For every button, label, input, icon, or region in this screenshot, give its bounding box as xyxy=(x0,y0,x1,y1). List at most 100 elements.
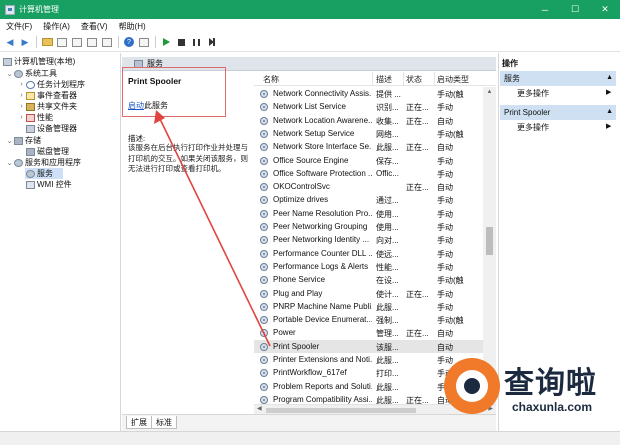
clock-icon xyxy=(26,80,35,89)
table-row[interactable]: Office Source Engine 保存... 手动 xyxy=(254,154,483,167)
tree-performance[interactable]: › 性能 xyxy=(18,112,53,123)
scroll-left-icon[interactable]: ◀ xyxy=(257,405,262,412)
table-row[interactable]: Plug and Play 使计... 正在... 手动 xyxy=(254,287,483,300)
expand-icon[interactable]: › xyxy=(18,81,25,88)
menu-help[interactable]: 帮助(H) xyxy=(119,21,146,32)
service-name: Office Source Engine xyxy=(273,155,349,165)
table-row[interactable]: Peer Networking Grouping 使用... 手动 xyxy=(254,220,483,233)
submenu-arrow-icon: ▶ xyxy=(606,123,612,130)
table-row[interactable]: Optimize drives 通过... 手动 xyxy=(254,193,483,206)
expand-icon[interactable]: › xyxy=(18,114,25,121)
tree-shared-folders[interactable]: › 共享文件夹 xyxy=(18,101,77,112)
show-hide-tree-button[interactable] xyxy=(56,36,68,48)
service-startup-type: 手动 xyxy=(437,223,453,232)
back-arrow-icon[interactable]: ◀ xyxy=(4,36,16,48)
tree-services-apps[interactable]: ⌄ 服务和应用程序 xyxy=(6,157,81,168)
export-list-button[interactable] xyxy=(101,36,113,48)
service-startup-type: 自动 xyxy=(437,116,453,126)
table-row[interactable]: Peer Name Resolution Pro... 使用... 手动 xyxy=(254,207,483,220)
actions-group-print-spooler[interactable]: Print Spooler ▲ xyxy=(500,105,616,120)
actions-group-services[interactable]: 服务 ▲ xyxy=(500,71,616,86)
horizontal-scroll-thumb[interactable] xyxy=(266,408,416,413)
expand-icon[interactable]: › xyxy=(18,92,25,99)
service-gear-icon xyxy=(260,395,268,404)
column-status[interactable]: 状态 xyxy=(406,74,422,85)
menu-view[interactable]: 查看(V) xyxy=(81,21,108,32)
service-startup-type: 手动 xyxy=(437,156,453,166)
table-row[interactable]: PNRP Machine Name Publi... 此服... 手动 xyxy=(254,300,483,313)
scroll-up-icon[interactable]: ▲ xyxy=(483,87,496,98)
tab-extended[interactable]: 扩展 xyxy=(126,416,152,429)
collapse-icon[interactable]: ⌄ xyxy=(6,159,13,167)
collapse-up-icon[interactable]: ▲ xyxy=(606,108,613,115)
start-service-button[interactable] xyxy=(160,36,172,48)
service-description: Offic... xyxy=(376,168,399,178)
table-row[interactable]: Print Spooler 该服... 自动 xyxy=(254,339,483,353)
table-row[interactable]: Network Store Interface Se... 此服... 正在... 自… xyxy=(254,140,483,153)
tree-wmi[interactable]: WMI 控件 xyxy=(25,179,72,190)
expand-icon[interactable]: › xyxy=(18,103,25,110)
show-action-pane-button[interactable] xyxy=(138,36,150,48)
tree-disk-management[interactable]: 磁盘管理 xyxy=(25,146,69,157)
maximize-button[interactable]: ☐ xyxy=(560,0,590,19)
collapse-icon[interactable]: ⌄ xyxy=(6,70,13,78)
table-row[interactable]: Peer Networking Identity ... 向对... 手动 xyxy=(254,233,483,246)
service-startup-type: 手动 xyxy=(437,262,453,272)
tree-root[interactable]: 计算机管理(本地) xyxy=(2,56,75,67)
column-startup[interactable]: 启动类型 xyxy=(437,74,469,85)
toolbar: ◀ ▶ ? xyxy=(0,33,620,52)
forward-arrow-icon[interactable]: ▶ xyxy=(19,36,31,48)
folder-icon xyxy=(41,38,53,46)
collapse-icon[interactable]: ⌄ xyxy=(6,137,13,145)
column-name[interactable]: 名称 xyxy=(263,74,279,85)
table-row[interactable]: Performance Counter DLL ... 使远... 手动 xyxy=(254,247,483,260)
service-startup-type: 自动 xyxy=(437,342,453,352)
tab-standard[interactable]: 标准 xyxy=(151,416,177,429)
table-row[interactable]: Portable Device Enumerat... 强制... 手动(触 xyxy=(254,313,483,326)
tree-system-tools[interactable]: ⌄ 系统工具 xyxy=(6,68,57,79)
more-actions-print-spooler[interactable]: 更多操作 xyxy=(517,122,549,133)
minimize-button[interactable]: ─ xyxy=(530,0,560,19)
table-row[interactable]: Network Setup Service 网络... 手动(触 xyxy=(254,127,483,140)
tree-task-scheduler[interactable]: › 任务计划程序 xyxy=(18,79,85,90)
properties-button[interactable] xyxy=(71,36,83,48)
refresh-button[interactable] xyxy=(86,36,98,48)
table-row[interactable]: Office Software Protection ... Offic... 手动 xyxy=(254,167,483,180)
table-row[interactable]: Power 管理... 正在... 自动 xyxy=(254,326,483,339)
toolbar-separator xyxy=(36,36,37,48)
service-startup-type: 手动(触 xyxy=(437,90,464,99)
collapse-up-icon[interactable]: ▲ xyxy=(606,74,613,81)
up-folder-button[interactable] xyxy=(41,36,53,48)
pause-icon xyxy=(192,38,200,46)
help-button[interactable]: ? xyxy=(123,36,135,48)
tree-services[interactable]: 服务 xyxy=(25,168,63,179)
tree-device-manager[interactable]: 设备管理器 xyxy=(25,123,77,134)
column-desc[interactable]: 描述 xyxy=(376,74,392,85)
table-row[interactable]: Performance Logs & Alerts 性能... 手动 xyxy=(254,260,483,273)
menu-bar: 文件(F) 操作(A) 查看(V) 帮助(H) xyxy=(0,19,620,33)
column-divider[interactable] xyxy=(403,72,404,86)
table-row[interactable]: Network List Service 识别... 正在... 手动 xyxy=(254,100,483,113)
stop-service-button[interactable] xyxy=(175,36,187,48)
tree-storage[interactable]: ⌄ 存储 xyxy=(6,135,41,146)
menu-action[interactable]: 操作(A) xyxy=(43,21,70,32)
restart-icon xyxy=(208,38,215,46)
table-row[interactable]: Network Connectivity Assis... 提供 ... 手动(触 xyxy=(254,87,483,100)
table-row[interactable]: Network Location Awarene... 收集... 正在... 自动 xyxy=(254,114,483,127)
tree-event-viewer[interactable]: › 事件查看器 xyxy=(18,90,77,101)
description-text: 该服务在后台执行打印作业并处理与打印机的交互。如果关闭该服务，则无法进行打印或查… xyxy=(128,143,248,173)
pause-service-button[interactable] xyxy=(190,36,202,48)
service-name: Problem Reports and Soluti... xyxy=(273,381,372,391)
service-gear-icon xyxy=(260,382,268,391)
more-actions-services[interactable]: 更多操作 xyxy=(517,88,549,99)
table-row[interactable]: OKOControlSvc 正在... 自动 xyxy=(254,180,483,193)
scroll-thumb[interactable] xyxy=(486,227,493,255)
menu-file[interactable]: 文件(F) xyxy=(6,21,32,32)
column-divider[interactable] xyxy=(434,72,435,86)
restart-service-button[interactable] xyxy=(205,36,217,48)
table-row[interactable]: Phone Service 在设... 手动(触 xyxy=(254,273,483,286)
close-button[interactable]: ✕ xyxy=(590,0,620,19)
column-divider[interactable] xyxy=(372,72,373,86)
service-gear-icon xyxy=(260,302,268,311)
service-startup-type: 手动 xyxy=(437,289,453,299)
